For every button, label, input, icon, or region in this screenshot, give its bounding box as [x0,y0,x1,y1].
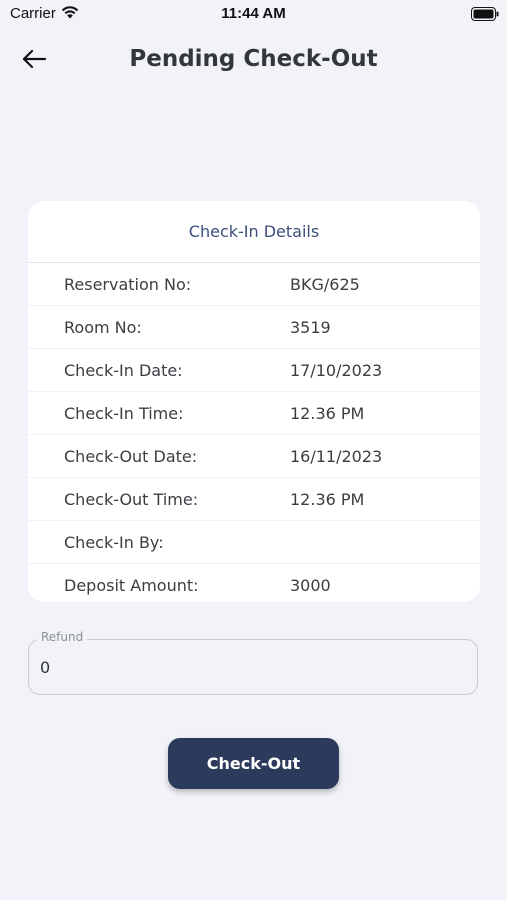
app-header: Pending Check-Out [0,38,507,84]
detail-row-reservation-no: Reservation No: BKG/625 [28,263,480,306]
detail-label: Deposit Amount: [64,576,199,595]
detail-row-room-no: Room No: 3519 [28,306,480,349]
detail-label: Room No: [64,318,142,337]
check-out-button[interactable]: Check-Out [168,738,339,789]
detail-value: 17/10/2023 [290,361,383,380]
detail-value: 16/11/2023 [290,447,383,466]
detail-value: 12.36 PM [290,404,365,423]
detail-row-check-out-date: Check-Out Date: 16/11/2023 [28,435,480,478]
status-bar: Carrier 11:44 AM [0,0,507,28]
detail-value: 12.36 PM [290,490,365,509]
detail-row-check-in-date: Check-In Date: 17/10/2023 [28,349,480,392]
status-time: 11:44 AM [221,5,286,22]
detail-row-check-in-by: Check-In By: [28,521,480,564]
refund-input[interactable] [40,658,460,677]
detail-label: Check-In By: [64,533,164,552]
detail-label: Check-In Date: [64,361,183,380]
detail-label: Reservation No: [64,275,192,294]
detail-row-deposit-amount: Deposit Amount: 3000 [28,564,480,602]
detail-value: 3519 [290,318,331,337]
detail-label: Check-Out Time: [64,490,199,509]
detail-label: Check-In Time: [64,404,184,423]
refund-label: Refund [37,630,88,644]
check-in-details-card: Check-In Details Reservation No: BKG/625… [28,201,480,602]
detail-row-check-out-time: Check-Out Time: 12.36 PM [28,478,480,521]
page-title: Pending Check-Out [129,46,378,72]
battery-icon [471,6,499,25]
card-title: Check-In Details [28,201,480,263]
detail-value: 3000 [290,576,331,595]
detail-value: BKG/625 [290,275,360,294]
refund-field[interactable]: Refund [28,630,478,695]
detail-label: Check-Out Date: [64,447,198,466]
detail-row-check-in-time: Check-In Time: 12.36 PM [28,392,480,435]
